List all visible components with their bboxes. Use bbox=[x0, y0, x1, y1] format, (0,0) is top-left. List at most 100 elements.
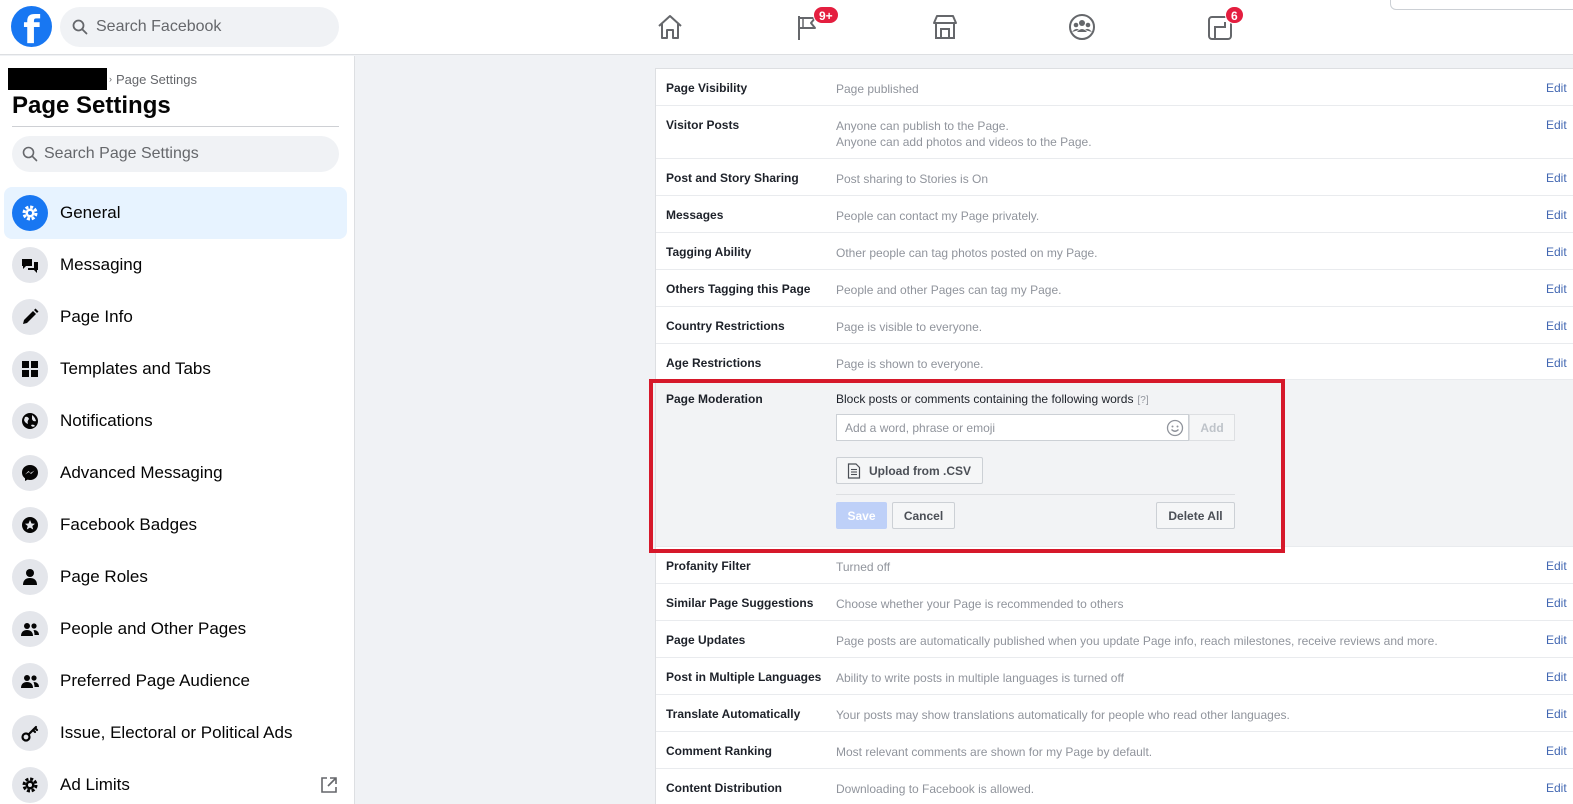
sidebar-item-political-ads[interactable]: Issue, Electoral or Political Ads bbox=[4, 707, 347, 759]
edit-link[interactable]: Edit bbox=[1546, 670, 1567, 684]
setting-row-tagging-ability[interactable]: Tagging Ability Other people can tag pho… bbox=[656, 233, 1573, 270]
facebook-search-input[interactable] bbox=[96, 18, 316, 36]
setting-row-others-tagging[interactable]: Others Tagging this Page People and othe… bbox=[656, 270, 1573, 307]
sidebar-divider bbox=[12, 126, 339, 127]
setting-row-page-visibility[interactable]: Page Visibility Page published Edit bbox=[656, 69, 1573, 106]
page-title: Page Settings bbox=[12, 92, 171, 119]
sidebar-item-people-and-other-pages[interactable]: People and Other Pages bbox=[4, 603, 347, 655]
home-icon[interactable] bbox=[654, 11, 686, 43]
upload-csv-button[interactable]: Upload from .CSV bbox=[836, 457, 983, 484]
sidebar-item-label: Templates and Tabs bbox=[60, 359, 211, 378]
sidebar-item-label: Messaging bbox=[60, 255, 143, 274]
sidebar-item-label: General bbox=[60, 203, 121, 222]
facebook-logo-icon[interactable]: f bbox=[11, 6, 52, 47]
setting-row-profanity-filter[interactable]: Profanity Filter Turned off Edit bbox=[656, 547, 1573, 584]
settings-sidebar: › Page Settings Page Settings General Me… bbox=[0, 56, 355, 804]
blocked-words-field[interactable] bbox=[836, 414, 1189, 441]
delete-all-button[interactable]: Delete All bbox=[1156, 502, 1235, 529]
edit-link[interactable]: Edit bbox=[1546, 781, 1567, 795]
groups-icon[interactable] bbox=[1066, 11, 1098, 43]
cancel-button[interactable]: Cancel bbox=[892, 502, 955, 529]
moderation-description: Block posts or comments containing the f… bbox=[836, 392, 1149, 406]
sidebar-item-label: Page Info bbox=[60, 307, 133, 326]
help-link[interactable]: [?] bbox=[1137, 395, 1148, 406]
setting-value: Other people can tag photos posted on my… bbox=[836, 246, 1098, 260]
setting-row-country-restrictions[interactable]: Country Restrictions Page is visible to … bbox=[656, 307, 1573, 344]
setting-value: Page is shown to everyone. bbox=[836, 357, 984, 371]
sidebar-item-facebook-badges[interactable]: Facebook Badges bbox=[4, 499, 347, 551]
sidebar-item-label: Advanced Messaging bbox=[60, 463, 223, 482]
emoji-icon[interactable] bbox=[1166, 419, 1184, 437]
setting-row-content-distribution[interactable]: Content Distribution Downloading to Face… bbox=[656, 769, 1573, 804]
globe-icon bbox=[12, 403, 48, 439]
setting-label: Post in Multiple Languages bbox=[666, 670, 822, 684]
setting-label: Translate Automatically bbox=[666, 707, 801, 721]
blocked-words-input[interactable] bbox=[837, 415, 1157, 440]
setting-row-age-restrictions[interactable]: Age Restrictions Page is shown to everyo… bbox=[656, 344, 1573, 380]
settings-nav: General Messaging Page Info Templates an… bbox=[4, 187, 347, 804]
settings-search-input[interactable] bbox=[44, 145, 324, 163]
setting-label: Comment Ranking bbox=[666, 744, 773, 758]
redacted-page-name bbox=[8, 68, 107, 90]
setting-value: Anyone can publish to the Page. Anyone c… bbox=[836, 118, 1526, 150]
setting-row-translate-automatically[interactable]: Translate Automatically Your posts may s… bbox=[656, 695, 1573, 732]
setting-value: Page published bbox=[836, 82, 919, 96]
settings-search[interactable] bbox=[12, 136, 339, 172]
edit-link[interactable]: Edit bbox=[1546, 633, 1567, 647]
sidebar-item-label: Notifications bbox=[60, 411, 153, 430]
setting-label: Age Restrictions bbox=[666, 356, 762, 370]
sidebar-item-preferred-page-audience[interactable]: Preferred Page Audience bbox=[4, 655, 347, 707]
edit-link[interactable]: Edit bbox=[1546, 81, 1567, 95]
sidebar-item-label: Preferred Page Audience bbox=[60, 671, 250, 690]
edit-link[interactable]: Edit bbox=[1546, 245, 1567, 259]
setting-value: Downloading to Facebook is allowed. bbox=[836, 782, 1035, 796]
sidebar-item-page-roles[interactable]: Page Roles bbox=[4, 551, 347, 603]
sidebar-item-general[interactable]: General bbox=[4, 187, 347, 239]
edit-link[interactable]: Edit bbox=[1546, 171, 1567, 185]
edit-link[interactable]: Edit bbox=[1546, 559, 1567, 573]
edit-link[interactable]: Edit bbox=[1546, 118, 1567, 132]
sidebar-item-messaging[interactable]: Messaging bbox=[4, 239, 347, 291]
facebook-search[interactable] bbox=[60, 7, 339, 47]
sidebar-item-page-info[interactable]: Page Info bbox=[4, 291, 347, 343]
edit-link[interactable]: Edit bbox=[1546, 356, 1567, 370]
upload-csv-label: Upload from .CSV bbox=[869, 463, 972, 478]
setting-value: Choose whether your Page is recommended … bbox=[836, 597, 1124, 611]
setting-row-post-story-sharing[interactable]: Post and Story Sharing Post sharing to S… bbox=[656, 159, 1573, 196]
sidebar-item-templates-and-tabs[interactable]: Templates and Tabs bbox=[4, 343, 347, 395]
setting-value: Most relevant comments are shown for my … bbox=[836, 745, 1153, 759]
edit-link[interactable]: Edit bbox=[1546, 744, 1567, 758]
setting-label: Visitor Posts bbox=[666, 118, 740, 132]
edit-link[interactable]: Edit bbox=[1546, 707, 1567, 721]
messenger-icon bbox=[12, 455, 48, 491]
add-word-button[interactable]: Add bbox=[1189, 414, 1235, 441]
people-icon bbox=[12, 663, 48, 699]
edit-link[interactable]: Edit bbox=[1546, 319, 1567, 333]
setting-value: Page posts are automatically published w… bbox=[836, 634, 1438, 648]
setting-label: Similar Page Suggestions bbox=[666, 596, 814, 610]
setting-label: Tagging Ability bbox=[666, 245, 752, 259]
setting-row-similar-page-suggestions[interactable]: Similar Page Suggestions Choose whether … bbox=[656, 584, 1573, 621]
setting-label: Page Updates bbox=[666, 633, 746, 647]
edit-link[interactable]: Edit bbox=[1546, 282, 1567, 296]
document-icon bbox=[847, 462, 861, 479]
person-icon bbox=[12, 559, 48, 595]
setting-value: Turned off bbox=[836, 560, 891, 574]
setting-value: Post sharing to Stories is On bbox=[836, 172, 989, 186]
external-link-icon[interactable] bbox=[319, 775, 339, 795]
setting-label: Others Tagging this Page bbox=[666, 282, 811, 296]
setting-row-page-updates[interactable]: Page Updates Page posts are automaticall… bbox=[656, 621, 1573, 658]
sidebar-item-ad-limits[interactable]: Ad Limits bbox=[4, 759, 347, 804]
marketplace-icon[interactable] bbox=[929, 11, 961, 43]
save-button[interactable]: Save bbox=[836, 502, 887, 529]
edit-link[interactable]: Edit bbox=[1546, 596, 1567, 610]
sidebar-item-notifications[interactable]: Notifications bbox=[4, 395, 347, 447]
setting-row-multiple-languages[interactable]: Post in Multiple Languages Ability to wr… bbox=[656, 658, 1573, 695]
breadcrumb-separator-icon: › bbox=[109, 74, 112, 84]
setting-row-visitor-posts[interactable]: Visitor Posts Anyone can publish to the … bbox=[656, 106, 1573, 159]
sidebar-item-advanced-messaging[interactable]: Advanced Messaging bbox=[4, 447, 347, 499]
setting-row-messages[interactable]: Messages People can contact my Page priv… bbox=[656, 196, 1573, 233]
setting-value: People and other Pages can tag my Page. bbox=[836, 283, 1062, 297]
setting-row-comment-ranking[interactable]: Comment Ranking Most relevant comments a… bbox=[656, 732, 1573, 769]
edit-link[interactable]: Edit bbox=[1546, 208, 1567, 222]
